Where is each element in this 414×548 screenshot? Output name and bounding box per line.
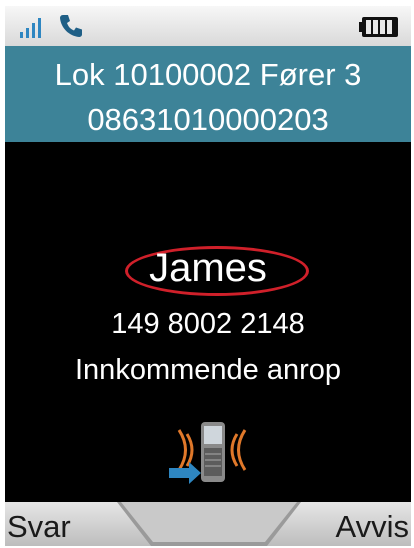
softkey-center-notch [117,502,301,546]
reject-softkey[interactable]: Avvis [335,510,409,544]
header-title: Lok 10100002 Fører 3 [54,57,362,92]
caller-name: James [149,246,267,290]
status-bar [5,6,411,46]
header-number: 08631010000203 [87,102,329,137]
incoming-call-ringing-icon [169,422,247,484]
caller-name-area: James [5,240,411,296]
battery-full-icon [359,17,398,37]
answer-softkey[interactable]: Svar [7,510,71,544]
caller-number: 149 8002 2148 [111,308,305,340]
call-header: Lok 10100002 Fører 3 08631010000203 [5,46,411,142]
call-status: Innkommende anrop [75,354,341,386]
phone-handset-icon [60,15,82,37]
signal-bars-icon [20,18,41,38]
phone-screen: Lok 10100002 Fører 3 08631010000203 Jame… [5,6,411,546]
